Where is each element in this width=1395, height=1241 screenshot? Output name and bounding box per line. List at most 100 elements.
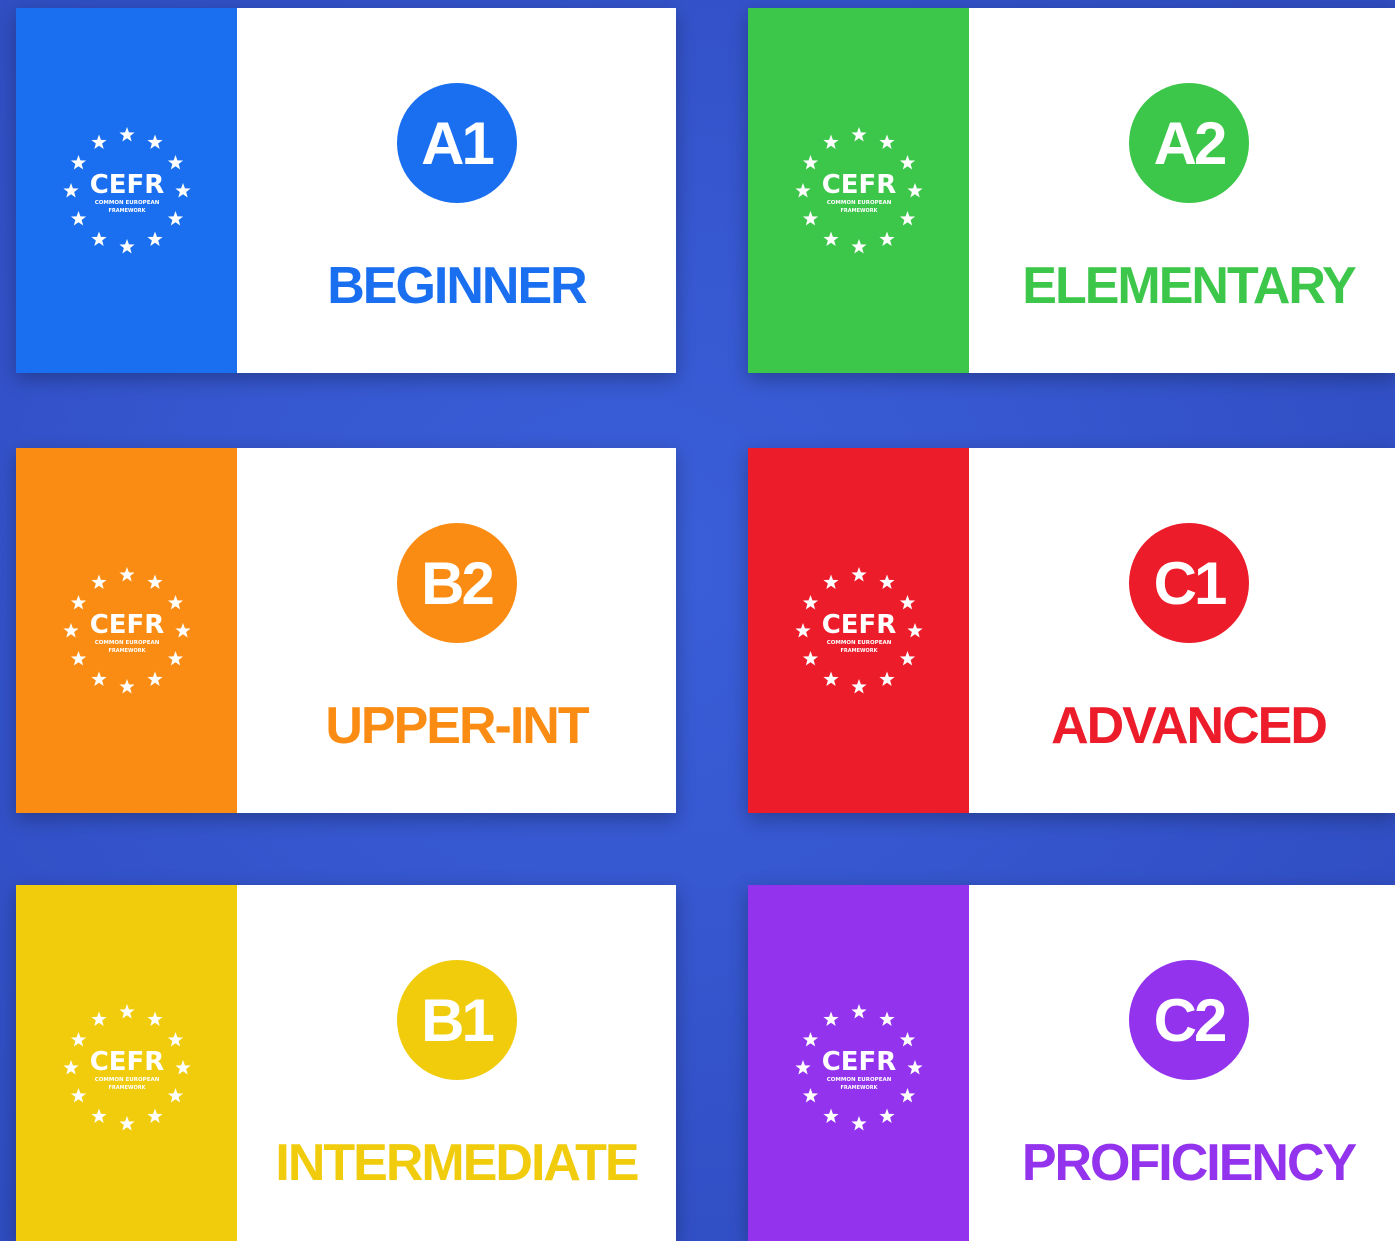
logo-wordmark: CEFR	[821, 610, 896, 640]
card-panel: A2 ELEMENTARY	[969, 8, 1395, 373]
logo-star	[850, 678, 867, 693]
logo-star	[146, 574, 163, 589]
logo-star	[850, 238, 867, 253]
level-code-badge: C2	[1129, 960, 1249, 1080]
logo-subtext: FRAMEWORK	[108, 648, 146, 654]
level-name: ELEMENTARY	[1022, 257, 1356, 315]
logo-subtext: FRAMEWORK	[108, 208, 146, 214]
logo-star	[878, 574, 895, 589]
card-stripe: CEFR COMMON EUROPEAN FRAMEWORK	[748, 8, 969, 373]
logo-star	[899, 1088, 915, 1103]
logo-star	[70, 650, 86, 665]
level-code-badge: C1	[1129, 523, 1249, 643]
logo-star	[118, 238, 135, 253]
level-name: ADVANCED	[1051, 697, 1328, 755]
logo-wordmark: CEFR	[89, 610, 164, 640]
logo-subtext: COMMON EUROPEAN	[94, 200, 159, 206]
cefr-logo-icon: CEFRCOMMON EUROPEAN FRAMEWORK	[794, 1004, 923, 1131]
logo-subtext: COMMON EUROPEAN	[94, 640, 159, 646]
logo-star	[118, 566, 135, 581]
logo-star	[146, 134, 163, 149]
level-name: UPPER-INT	[325, 697, 589, 755]
logo-star	[802, 210, 818, 225]
logo-star	[906, 1060, 923, 1075]
cefr-logo-icon: CEFRCOMMON EUROPEAN FRAMEWORK	[794, 126, 923, 253]
logo-star	[822, 231, 839, 246]
logo-subtext: COMMON EUROPEAN	[94, 1077, 159, 1083]
logo-star	[878, 1108, 895, 1123]
logo-star	[794, 622, 811, 637]
logo-star	[822, 671, 839, 686]
logo-star	[794, 182, 811, 197]
level-card-c1[interactable]: CEFR COMMON EUROPEAN FRAMEWORK C1 ADVANCED	[748, 448, 1395, 813]
logo-subtext: COMMON EUROPEAN	[826, 200, 891, 206]
card-stripe: CEFR COMMON EUROPEAN FRAMEWORK	[16, 8, 237, 373]
level-card-a1[interactable]: CEFR COMMON EUROPEAN FRAMEWORK A1 BEGINNER	[16, 8, 676, 373]
card-panel: C2 PROFICIENCY	[969, 885, 1395, 1241]
logo-star	[899, 210, 915, 225]
level-card-a2[interactable]: CEFR COMMON EUROPEAN FRAMEWORK A2 ELEMENTA…	[748, 8, 1395, 373]
logo-subtext: COMMON EUROPEAN	[826, 640, 891, 646]
logo-star	[167, 210, 183, 225]
logo-star	[878, 134, 895, 149]
logo-star	[118, 1004, 135, 1019]
logo-star	[822, 574, 839, 589]
logo-star	[70, 210, 86, 225]
logo-star	[118, 1116, 135, 1131]
logo-star	[878, 671, 895, 686]
logo-star	[167, 1088, 183, 1103]
card-stripe: CEFR COMMON EUROPEAN FRAMEWORK	[16, 448, 237, 813]
logo-star	[146, 1108, 163, 1123]
card-stripe: CEFR COMMON EUROPEAN FRAMEWORK	[16, 885, 237, 1241]
level-card-c2[interactable]: CEFR COMMON EUROPEAN FRAMEWORK C2 PROFICIE…	[748, 885, 1395, 1241]
level-card-b1[interactable]: CEFR COMMON EUROPEAN FRAMEWORK B1 INTERMED…	[16, 885, 676, 1241]
level-code-badge: A1	[396, 83, 517, 203]
card-stripe: CEFR COMMON EUROPEAN FRAMEWORK	[748, 885, 969, 1241]
card-stripe: CEFR COMMON EUROPEAN FRAMEWORK	[748, 448, 969, 813]
logo-star	[802, 650, 818, 665]
card-panel: C1 ADVANCED	[969, 448, 1395, 813]
level-code-badge: B1	[396, 960, 517, 1080]
logo-star	[70, 1088, 86, 1103]
logo-star	[802, 154, 818, 169]
cefr-logo-icon: CEFRCOMMON EUROPEAN FRAMEWORK	[62, 126, 191, 253]
level-card-b2[interactable]: CEFR COMMON EUROPEAN FRAMEWORK B2 UPPER-IN…	[16, 448, 676, 813]
logo-wordmark: CEFR	[89, 1047, 164, 1077]
logo-star	[167, 650, 183, 665]
logo-star	[90, 574, 107, 589]
card-panel: A1 BEGINNER	[237, 8, 676, 373]
logo-star	[118, 126, 135, 141]
logo-wordmark: CEFR	[821, 170, 896, 200]
logo-star	[850, 566, 867, 581]
level-name: BEGINNER	[327, 257, 587, 315]
logo-star	[146, 671, 163, 686]
logo-star	[850, 1116, 867, 1131]
logo-star	[802, 1032, 818, 1047]
logo-star	[62, 1060, 79, 1075]
logo-star	[70, 154, 86, 169]
logo-star	[90, 1108, 107, 1123]
logo-star	[899, 1032, 915, 1047]
level-code-badge: B2	[396, 523, 517, 643]
logo-star	[167, 594, 183, 609]
logo-star	[822, 1011, 839, 1026]
logo-star	[70, 1032, 86, 1047]
logo-subtext: FRAMEWORK	[840, 648, 878, 654]
logo-star	[899, 154, 915, 169]
logo-star	[822, 134, 839, 149]
logo-star	[90, 134, 107, 149]
logo-star	[906, 622, 923, 637]
cefr-logo-icon: CEFRCOMMON EUROPEAN FRAMEWORK	[62, 1004, 191, 1131]
level-name: INTERMEDIATE	[275, 1134, 639, 1192]
level-code-badge: A2	[1129, 83, 1249, 203]
logo-star	[850, 1004, 867, 1019]
logo-wordmark: CEFR	[89, 170, 164, 200]
logo-star	[146, 1011, 163, 1026]
logo-star	[118, 678, 135, 693]
logo-star	[802, 594, 818, 609]
logo-star	[822, 1108, 839, 1123]
logo-subtext: FRAMEWORK	[840, 1085, 878, 1091]
logo-star	[90, 231, 107, 246]
logo-star	[878, 231, 895, 246]
logo-star	[70, 594, 86, 609]
